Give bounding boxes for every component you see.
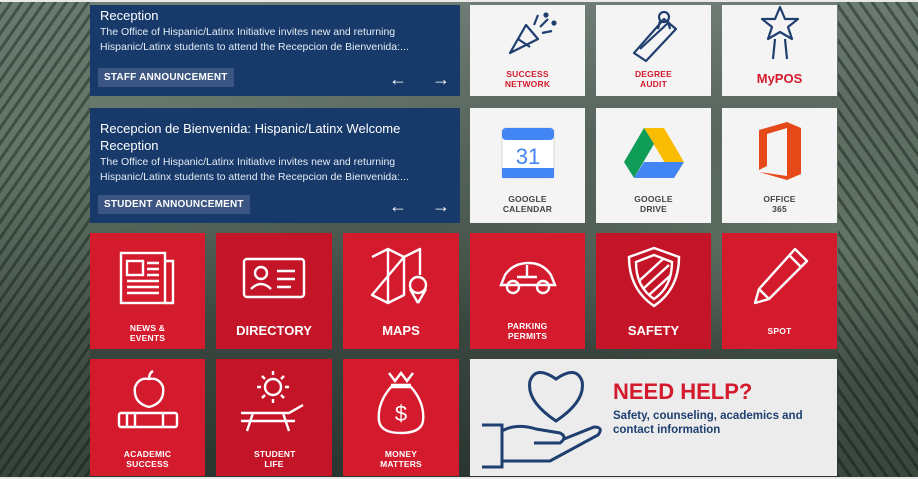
tile-google-drive[interactable]: GOOGLE DRIVE <box>596 108 711 223</box>
tile-label: GOOGLE CALENDAR <box>502 194 553 214</box>
palm-leaves-left <box>0 0 90 479</box>
tile-label: DIRECTORY <box>236 323 312 338</box>
news-description: The Office of Hispanic/Latinx Initiative… <box>100 26 409 53</box>
tile-label: MONEY MATTERS <box>380 449 422 469</box>
star-trophy-icon <box>722 5 837 61</box>
id-card-icon <box>216 253 332 303</box>
tile-label: STUDENT LIFE <box>254 449 296 469</box>
tile-label: OFFICE 365 <box>763 194 796 214</box>
news-title[interactable]: Recepcion de Bienvenida: Hispanic/Latinx… <box>100 120 450 154</box>
frame-top <box>0 0 918 2</box>
student-announcement-tag[interactable]: STUDENT ANNOUNCEMENT <box>98 195 250 214</box>
tile-label: NEWS & EVENTS <box>129 323 166 343</box>
tile-news-events[interactable]: NEWS & EVENTS <box>90 233 205 349</box>
pencil-icon <box>722 245 837 307</box>
tile-label: DEGREE AUDIT <box>634 69 673 89</box>
tile-label: ACADEMIC SUCCESS <box>123 449 172 469</box>
car-icon <box>470 257 585 297</box>
calendar-icon: 31 <box>470 124 585 180</box>
tile-parking-permits[interactable]: PARKING PERMITS <box>470 233 585 349</box>
news-arrows: ← → <box>369 196 450 217</box>
tile-mypos[interactable]: MyPOS <box>722 5 837 96</box>
tile-google-calendar[interactable]: 31 GOOGLE CALENDAR <box>470 108 585 223</box>
palm-leaves-right <box>838 0 918 479</box>
prev-arrow-icon[interactable]: ← <box>389 196 407 216</box>
party-popper-icon <box>470 9 585 59</box>
diploma-icon <box>596 9 711 63</box>
google-drive-icon <box>596 126 711 180</box>
tile-label: SUCCESS NETWORK <box>504 69 551 89</box>
tile-maps[interactable]: MAPS <box>343 233 459 349</box>
tile-money-matters[interactable]: $ MONEY MATTERS <box>343 359 459 476</box>
tile-safety[interactable]: SAFETY <box>596 233 711 349</box>
prev-arrow-icon[interactable]: ← <box>389 69 407 89</box>
next-arrow-icon[interactable]: → <box>432 69 450 89</box>
tile-spot[interactable]: SPOT <box>722 233 837 349</box>
tile-success-network[interactable]: SUCCESS NETWORK <box>470 5 585 96</box>
newspaper-icon <box>90 249 205 307</box>
news-arrows: ← → <box>369 69 450 90</box>
tile-degree-audit[interactable]: DEGREE AUDIT <box>596 5 711 96</box>
tile-label: SAFETY <box>627 323 680 338</box>
tile-label: SPOT <box>767 326 792 336</box>
office-icon <box>722 120 837 182</box>
shield-icon <box>596 245 711 309</box>
need-help-title: NEED HELP? <box>613 379 753 404</box>
tile-academic-success[interactable]: ACADEMIC SUCCESS <box>90 359 205 476</box>
apple-books-icon <box>90 369 205 435</box>
staff-announcement-tag[interactable]: STAFF ANNOUNCEMENT <box>98 68 234 87</box>
need-help-subtitle: Safety, counseling, academics and contac… <box>613 410 803 436</box>
svg-text:$: $ <box>395 401 407 426</box>
svg-text:31: 31 <box>515 144 539 169</box>
news-description: The Office of Hispanic/Latinx Initiative… <box>100 156 409 183</box>
news-card-student[interactable]: Recepcion de Bienvenida: Hispanic/Latinx… <box>90 108 460 223</box>
next-arrow-icon[interactable]: → <box>432 196 450 216</box>
need-help-banner[interactable]: NEED HELP? Safety, counseling, academics… <box>470 359 837 476</box>
money-bag-icon: $ <box>343 369 459 435</box>
tile-label: MAPS <box>382 323 420 338</box>
tile-label: MyPOS <box>756 71 803 86</box>
beach-chair-icon <box>216 369 332 439</box>
tile-office-365[interactable]: OFFICE 365 <box>722 108 837 223</box>
news-card-staff[interactable]: Reception The Office of Hispanic/Latinx … <box>90 5 460 96</box>
tile-label: PARKING PERMITS <box>507 321 548 341</box>
tile-directory[interactable]: DIRECTORY <box>216 233 332 349</box>
tile-student-life[interactable]: STUDENT LIFE <box>216 359 332 476</box>
map-pin-icon <box>343 245 459 307</box>
news-title[interactable]: Reception <box>100 7 450 24</box>
tile-label: GOOGLE DRIVE <box>634 194 673 214</box>
heart-hand-icon <box>480 363 608 476</box>
